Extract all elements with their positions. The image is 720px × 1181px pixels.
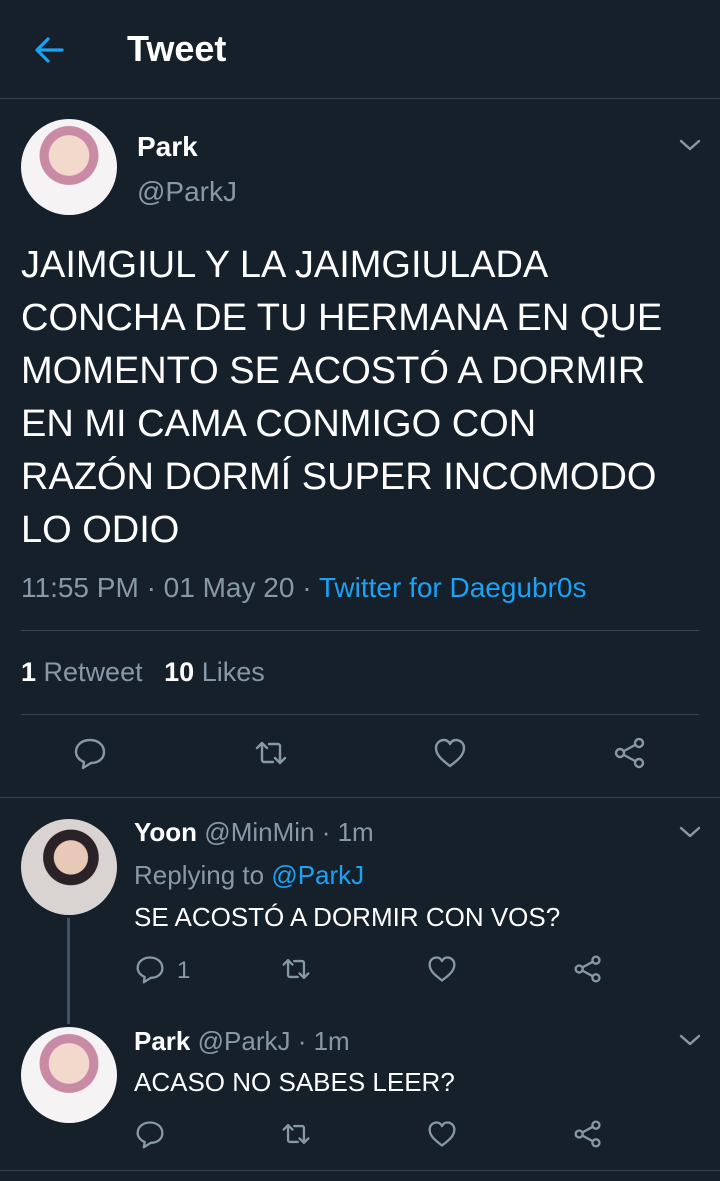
meta-separator: · [302, 572, 312, 603]
header-divider [0, 98, 720, 99]
divider [0, 1170, 720, 1171]
reply-menu-button[interactable] [676, 820, 704, 844]
tweet-meta: 11:55 PM · 01 May 20 · Twitter for Daegu… [21, 572, 586, 604]
reply-icon [74, 738, 106, 770]
share-icon [574, 955, 601, 983]
share-icon [614, 737, 645, 769]
like-button[interactable] [426, 953, 458, 985]
arrow-left-icon [35, 37, 64, 63]
divider [21, 714, 699, 715]
author-name[interactable]: Park [137, 131, 198, 163]
divider [21, 630, 699, 631]
reply-button[interactable] [73, 736, 107, 770]
tweet-source-link[interactable]: Twitter for Daegubr0s [319, 572, 587, 603]
tweet-text-line: EN MI CAMA CONMIGO CON [21, 403, 537, 445]
retweet-icon [282, 959, 310, 979]
reply-button[interactable] [134, 953, 166, 985]
author-name[interactable]: Park [134, 1026, 190, 1056]
author-name[interactable]: Yoon [134, 817, 197, 847]
reply-icon [136, 956, 164, 984]
meta-separator: · [146, 572, 156, 603]
retweets-count: 1 [21, 657, 37, 687]
share-button[interactable] [572, 1118, 604, 1150]
author-handle[interactable]: @ParkJ [137, 176, 237, 208]
like-button[interactable] [433, 736, 467, 770]
avatar[interactable] [21, 1027, 117, 1123]
reply-icon [136, 1121, 164, 1149]
tweet-stats: 1 Retweet 10 Likes [21, 657, 265, 688]
reply-button[interactable] [134, 1118, 166, 1150]
chevron-down-icon [679, 826, 701, 838]
tweet-text-line: LO ODIO [21, 509, 180, 551]
retweets-stat[interactable]: 1 Retweet [21, 657, 150, 687]
author-handle[interactable]: @MinMin [204, 817, 314, 847]
share-button[interactable] [613, 736, 647, 770]
reply-time: · 1m [297, 1026, 350, 1056]
tweet-text-line: CONCHA DE TU HERMANA EN QUE [21, 297, 663, 339]
reply-header: Yoon @MinMin · 1m [134, 817, 374, 848]
chevron-down-icon [679, 139, 701, 151]
thread-line [67, 918, 70, 1024]
divider [0, 797, 720, 798]
reply-count: 1 [177, 957, 191, 984]
avatar[interactable] [21, 119, 117, 215]
tweet-text: JAIMGIUL Y LA JAIMGIULADA CONCHA DE TU H… [21, 239, 701, 557]
reply-menu-button[interactable] [676, 1028, 704, 1052]
page-title: Tweet [127, 28, 227, 69]
reply-text: ACASO NO SABES LEER? [134, 1067, 455, 1097]
tweet-date: 01 May 20 [163, 572, 295, 603]
replying-label: Replying to [134, 860, 265, 890]
retweets-label: Retweet [43, 657, 143, 687]
replying-to: Replying to @ParkJ [134, 860, 364, 891]
tweet-menu-button[interactable] [676, 133, 704, 157]
author-handle[interactable]: @ParkJ [198, 1026, 291, 1056]
tweet-time: 11:55 PM [21, 572, 139, 603]
heart-icon [428, 1121, 456, 1147]
reply-header: Park @ParkJ · 1m [134, 1026, 350, 1057]
back-button[interactable] [28, 30, 72, 70]
share-button[interactable] [572, 953, 604, 985]
reply-text: SE ACOSTÓ A DORMIR CON VOS? [134, 902, 561, 932]
tweet-text-line: JAIMGIUL Y LA JAIMGIULADA [21, 244, 549, 286]
retweet-icon [255, 741, 287, 765]
replying-handle-link[interactable]: @ParkJ [271, 860, 364, 890]
retweet-button[interactable] [254, 736, 288, 770]
likes-count: 10 [164, 657, 195, 687]
retweet-icon [282, 1124, 310, 1144]
like-button[interactable] [426, 1118, 458, 1150]
avatar[interactable] [21, 819, 117, 915]
reply-time: · 1m [321, 817, 374, 847]
retweet-button[interactable] [280, 953, 312, 985]
chevron-down-icon [679, 1034, 701, 1046]
retweet-button[interactable] [280, 1118, 312, 1150]
likes-label: Likes [201, 657, 265, 687]
tweet-text-line: RAZÓN DORMÍ SUPER INCOMODO [21, 456, 657, 498]
share-icon [574, 1120, 601, 1148]
likes-stat[interactable]: 10 Likes [164, 657, 265, 687]
heart-icon [428, 956, 456, 982]
tweet-text-line: MOMENTO SE ACOSTÓ A DORMIR [21, 350, 646, 392]
heart-icon [434, 738, 466, 768]
